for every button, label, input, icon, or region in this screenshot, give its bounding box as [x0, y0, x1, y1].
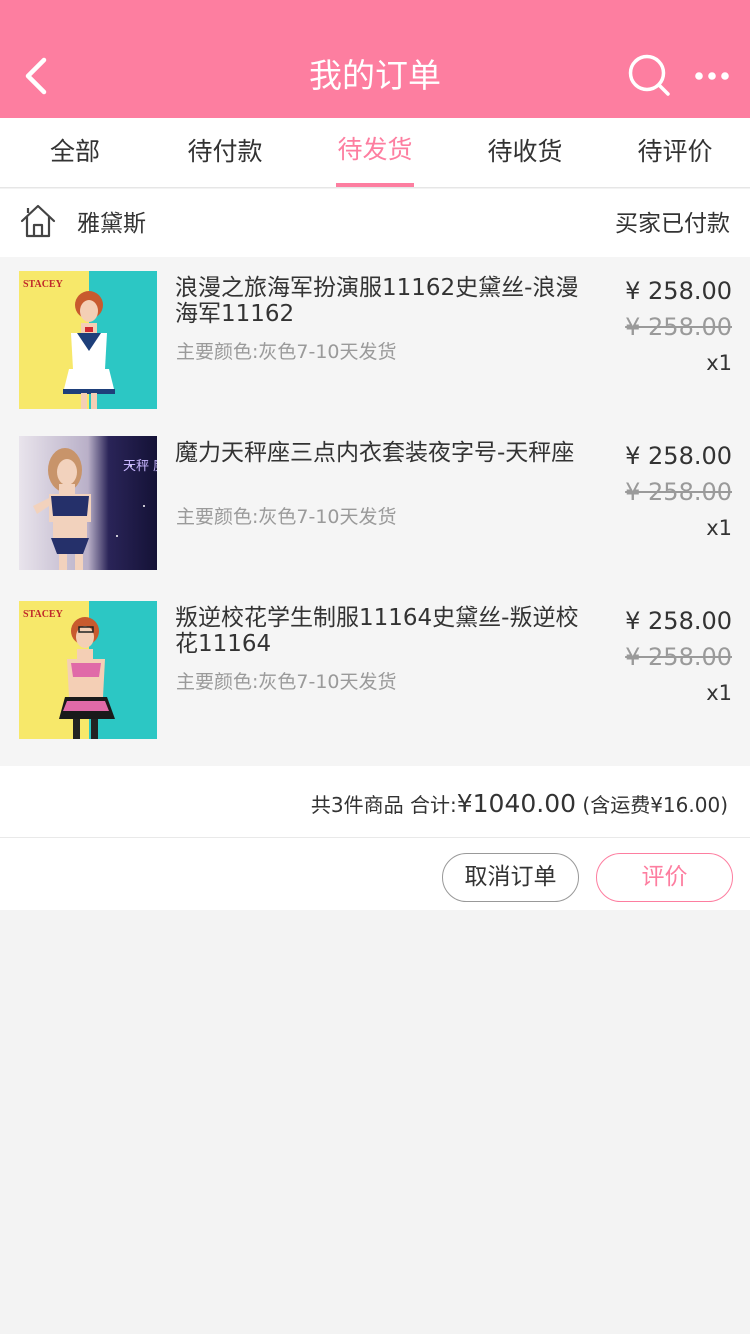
search-icon [628, 54, 670, 96]
product-spec: 主要颜色:灰色7-10天发货 [176, 341, 397, 363]
more-button[interactable] [692, 62, 732, 90]
cancel-order-button[interactable]: 取消订单 [442, 853, 579, 902]
review-button[interactable]: 评价 [596, 853, 733, 902]
product-price: ¥ 258.00 [625, 442, 732, 470]
total-value: ¥1040.00 [456, 789, 577, 818]
brand-logo: 天秤 魔力 [123, 459, 157, 474]
tab-all[interactable]: 全部 [0, 118, 150, 187]
product-title: 魔力天秤座三点内衣套装夜字号-天秤座 [175, 440, 575, 466]
product-price: ¥ 258.00 [625, 607, 732, 635]
more-icon [695, 72, 729, 80]
total-label: 合计: [410, 793, 457, 817]
order-item[interactable]: STACEY 浪漫之旅海军扮演服11162史黛丝-浪漫海军11162 主要颜色:… [0, 271, 750, 436]
nav-bar: 我的订单 [0, 0, 750, 118]
product-spec: 主要颜色:灰色7-10天发货 [176, 506, 397, 528]
order-summary: 共3件商品 合计:¥1040.00 (含运费¥16.00) [0, 766, 750, 838]
order-status-tabs: 全部 待付款 待发货 待收货 待评价 [0, 118, 750, 188]
item-count: 共3件商品 [310, 793, 404, 817]
store-name: 雅黛斯 [77, 211, 146, 237]
product-original-price: ¥ 258.00 [625, 313, 732, 341]
order-total: 共3件商品 合计:¥1040.00 (含运费¥16.00) [311, 766, 728, 843]
order-items: STACEY 浪漫之旅海军扮演服11162史黛丝-浪漫海军11162 主要颜色:… [0, 257, 750, 766]
product-quantity: x1 [706, 516, 732, 540]
order-status: 买家已付款 [615, 211, 730, 237]
brand-logo: STACEY [23, 279, 64, 290]
order-item[interactable]: STACEY 叛逆校花学生制服11164史黛丝-叛逆校花11164 主要颜色:灰… [0, 601, 750, 766]
product-image: 天秤 魔力 [19, 436, 157, 574]
product-image: STACEY [19, 601, 157, 739]
store-header[interactable]: 雅黛斯 买家已付款 [0, 189, 750, 257]
tab-pending-payment[interactable]: 待付款 [150, 118, 300, 187]
tab-pending-shipment[interactable]: 待发货 [300, 118, 450, 187]
product-quantity: x1 [706, 681, 732, 705]
product-title: 叛逆校花学生制服11164史黛丝-叛逆校花11164 [175, 605, 579, 657]
product-image: STACEY [19, 271, 157, 409]
tab-pending-receipt[interactable]: 待收货 [450, 118, 600, 187]
store-icon [20, 204, 56, 238]
order-card: 雅黛斯 买家已付款 STACEY 浪漫之旅海军扮演服11162史黛丝-浪漫海军1… [0, 189, 750, 910]
brand-logo: STACEY [23, 609, 64, 620]
tab-pending-review[interactable]: 待评价 [600, 118, 750, 187]
shipping-fee: (含运费¥16.00) [582, 793, 728, 817]
product-original-price: ¥ 258.00 [625, 478, 732, 506]
product-quantity: x1 [706, 351, 732, 375]
product-spec: 主要颜色:灰色7-10天发货 [176, 671, 397, 693]
order-item[interactable]: 天秤 魔力 魔力天秤座三点内衣套装夜字号-天秤座 主要颜色:灰色7-10天发货 … [0, 436, 750, 601]
order-actions: 取消订单 评价 [0, 838, 750, 910]
product-original-price: ¥ 258.00 [625, 643, 732, 671]
product-title: 浪漫之旅海军扮演服11162史黛丝-浪漫海军11162 [175, 275, 579, 327]
search-button[interactable] [626, 52, 672, 98]
product-price: ¥ 258.00 [625, 277, 732, 305]
